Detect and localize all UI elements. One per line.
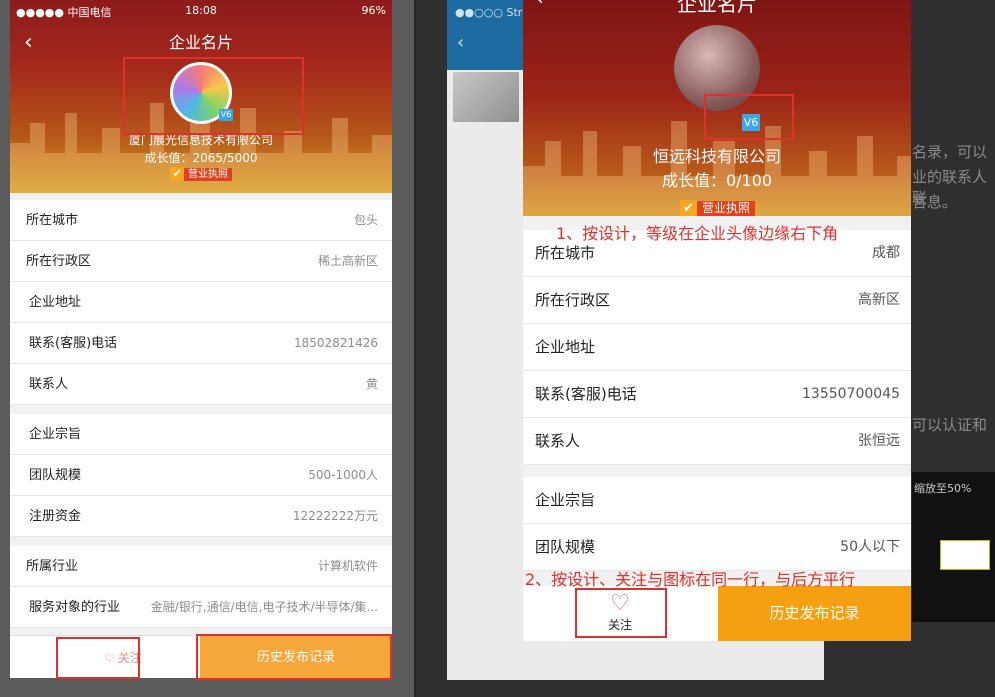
row-value: 13550700045 xyxy=(802,386,900,402)
zoom-caption: 缩放至50% xyxy=(914,482,972,495)
info-row-phone[interactable]: 联系(客服)电话 18502821426 xyxy=(10,323,392,364)
row-label: 所属行业 xyxy=(26,559,79,574)
clock-label: 18:08 xyxy=(185,4,217,17)
license-label: 营业执照 xyxy=(184,167,232,181)
row-label: 企业地址 xyxy=(535,338,596,356)
page-title: 企业名片 xyxy=(168,33,233,52)
info-row-contact: 联系人 张恒远 xyxy=(523,418,911,465)
doc-back-icon: ‹ xyxy=(457,32,465,53)
row-label: 联系人 xyxy=(29,377,69,392)
annotation-box-history xyxy=(196,634,392,680)
license-label: 营业执照 xyxy=(697,200,756,216)
nav-bar: ‹ 企业名片 xyxy=(10,30,392,56)
growth-value: 成长值：2065/5000 xyxy=(144,151,258,165)
side-text-1: 名录，可以 xyxy=(912,143,988,161)
info-row-contact: 联系人 黄 xyxy=(10,364,392,405)
doc-thumbnail-image xyxy=(453,72,519,122)
info-row-district: 所在行政区 稀土高新区 xyxy=(10,241,392,282)
section-gap xyxy=(523,465,911,477)
row-label: 联系人 xyxy=(535,432,581,450)
annotation-box-follow xyxy=(575,588,667,638)
info-row-industry: 所属行业 计算机软件 xyxy=(10,546,392,587)
annotation-box-level-badge xyxy=(704,94,794,140)
row-value: 高新区 xyxy=(858,292,900,308)
license-badge[interactable]: ✔ 营业执照 xyxy=(680,199,756,216)
info-list: 所在城市 成都 所在行政区 高新区 企业地址 联系(客服)电话 13550700045… xyxy=(523,230,911,571)
row-label: 团队规模 xyxy=(29,468,82,483)
zoom-thumbnail-panel: 缩放至50% xyxy=(912,472,995,622)
row-value: 成都 xyxy=(872,245,900,261)
side-text-4: 可以认证和 xyxy=(912,416,988,434)
side-text-3: 言息。 xyxy=(912,193,958,211)
license-badge[interactable]: ✔ 营业执照 xyxy=(170,166,232,182)
info-row-district: 所在行政区 高新区 xyxy=(523,277,911,324)
row-value: 张恒远 xyxy=(858,433,900,449)
row-label: 企业宗旨 xyxy=(535,491,596,509)
row-value: 金融/银行,通信/电信,电子技术/半导体/集... xyxy=(150,600,378,614)
zoom-thumbnail[interactable] xyxy=(940,540,990,570)
section-gap xyxy=(10,405,392,414)
info-row-team-size: 团队规模 50人以下 xyxy=(523,524,911,571)
info-row-address: 企业地址 xyxy=(10,282,392,323)
row-label: 注册资金 xyxy=(29,509,82,524)
row-value: 50人以下 xyxy=(840,539,900,555)
annotation-note-2: 2、按设计、关注与图标在同一行，与后方平行 xyxy=(525,570,856,589)
info-row-address: 企业地址 xyxy=(523,324,911,371)
row-label: 企业宗旨 xyxy=(29,427,82,442)
info-row-capital: 注册资金 12222222万元 xyxy=(10,496,392,537)
info-row-city: 所在城市 包头 xyxy=(10,200,392,241)
annotation-box-follow xyxy=(56,637,140,679)
row-label: 联系(客服)电话 xyxy=(535,385,637,403)
battery-label: 96% xyxy=(361,4,386,17)
row-label: 联系(客服)电话 xyxy=(29,336,118,351)
row-value: 黄 xyxy=(365,377,378,391)
row-label: 所在行政区 xyxy=(535,291,611,309)
annotation-note-1: 1、按设计，等级在企业头像边缘右下角 xyxy=(556,224,839,243)
row-value: 500-1000人 xyxy=(308,468,378,482)
info-row-phone[interactable]: 联系(客服)电话 13550700045 xyxy=(523,371,911,418)
screenshot-canvas: ●●●●● 中国电信 18:08 96% ‹ 企业名片 V6 厦门展光信息技术有… xyxy=(0,0,995,697)
row-label: 所在城市 xyxy=(26,213,79,228)
row-value: 12222222万元 xyxy=(292,509,378,523)
info-row-mission: 企业宗旨 xyxy=(10,414,392,455)
row-value: 稀土高新区 xyxy=(317,254,378,268)
row-label: 企业地址 xyxy=(29,295,82,310)
check-icon: ✔ xyxy=(170,167,184,181)
row-label: 团队规模 xyxy=(535,538,596,556)
row-value: 计算机软件 xyxy=(317,559,378,573)
info-list: 所在城市 包头 所在行政区 稀土高新区 企业地址 联系(客服)电话 185028214… xyxy=(10,200,392,628)
check-icon: ✔ xyxy=(680,199,697,216)
growth-value: 成长值：0/100 xyxy=(661,171,773,190)
page-title: 企业名片 xyxy=(677,0,757,16)
annotation-box-avatar xyxy=(123,57,304,135)
row-value: 包头 xyxy=(353,213,378,227)
company-name: 恒远科技有限公司 xyxy=(652,147,781,166)
info-row-mission: 企业宗旨 xyxy=(523,477,911,524)
info-row-service-industries: 服务对象的行业 金融/银行,通信/电信,电子技术/半导体/集... xyxy=(10,587,392,628)
row-label: 所在行政区 xyxy=(26,254,92,269)
row-value: 18502821426 xyxy=(294,336,378,350)
section-gap xyxy=(10,537,392,546)
status-bar: ●●●●● 中国电信 18:08 96% xyxy=(10,0,392,20)
history-button[interactable]: 历史发布记录 xyxy=(718,586,911,641)
row-label: 服务对象的行业 xyxy=(29,600,121,615)
info-row-team-size: 团队规模 500-1000人 xyxy=(10,455,392,496)
